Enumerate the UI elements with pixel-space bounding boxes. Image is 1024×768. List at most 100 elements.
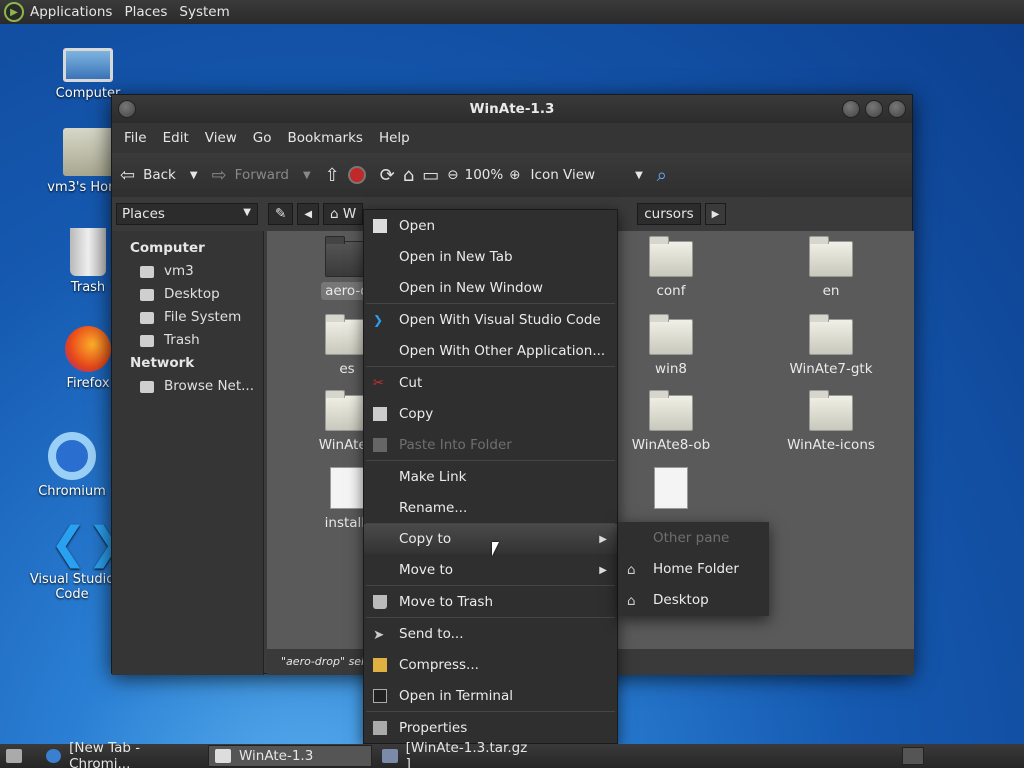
workspace-switcher[interactable]	[902, 747, 924, 765]
crumb-left-arrow[interactable]: ◀	[297, 203, 320, 225]
drive-icon	[140, 311, 154, 324]
home-icon[interactable]: ⌂	[403, 165, 414, 186]
menu-item-open-new-tab[interactable]: Open in New Tab	[364, 242, 617, 272]
sidebar-item-filesystem[interactable]: File System	[112, 306, 263, 329]
file-winate-icons[interactable]: WinAte-icons	[771, 390, 891, 453]
crumb-right-arrow[interactable]: ▶	[704, 203, 727, 225]
document-icon	[654, 467, 688, 509]
file-conf[interactable]: conf	[611, 236, 731, 299]
submenu-item-home-folder[interactable]: ⌂ Home Folder	[618, 554, 769, 584]
file-label: WinAte7-gtk	[789, 361, 873, 377]
menu-item-label: Open in New Tab	[399, 249, 513, 265]
sidebar-item-vm3[interactable]: vm3	[112, 260, 263, 283]
home-icon	[140, 265, 154, 278]
zoom-in-icon[interactable]: ⊕	[509, 167, 520, 183]
file-en[interactable]: en	[771, 236, 891, 299]
taskbar-item-winate[interactable]: WinAte-1.3	[208, 745, 372, 767]
menu-item-send-to[interactable]: ➤ Send to...	[364, 619, 617, 649]
menu-item-rename[interactable]: Rename...	[364, 493, 617, 523]
places-menu[interactable]: Places	[120, 0, 175, 24]
file-win8[interactable]: win8	[611, 314, 731, 377]
show-desktop-icon	[6, 749, 22, 763]
sidebar-item-label: File System	[164, 309, 242, 325]
menu-item-cut[interactable]: ✂ Cut	[364, 368, 617, 398]
file-winate8-ob[interactable]: WinAte8-ob	[611, 390, 731, 453]
reload-icon[interactable]: ⟳	[380, 165, 395, 186]
menu-item-label: Home Folder	[653, 561, 739, 577]
forward-label: Forward	[234, 167, 289, 183]
menu-view[interactable]: View	[197, 130, 245, 146]
folder-icon	[809, 314, 853, 355]
taskbar-item-targz[interactable]: [WinAte-1.3.tar.gz ]	[376, 740, 540, 768]
menu-item-label: Compress...	[399, 657, 479, 673]
menu-go[interactable]: Go	[245, 130, 280, 146]
desktop-computer[interactable]: Computer	[38, 46, 138, 101]
zoom-level[interactable]: 100%	[465, 167, 504, 183]
sidebar-item-label: Desktop	[164, 286, 220, 302]
computer-icon[interactable]: ▭	[422, 165, 439, 186]
terminal-icon	[373, 689, 387, 703]
file-winate7-gtk[interactable]: WinAte7-gtk	[771, 314, 891, 377]
crumb-cursors[interactable]: cursors	[637, 203, 701, 225]
maximize-icon[interactable]	[865, 100, 883, 118]
menu-item-make-link[interactable]: Make Link	[364, 462, 617, 492]
stop-button[interactable]	[347, 166, 366, 184]
sidebar-item-trash[interactable]: Trash	[112, 329, 263, 352]
menu-item-open-new-window[interactable]: Open in New Window	[364, 273, 617, 303]
places-selector[interactable]: Places ▼	[116, 203, 258, 225]
close-icon[interactable]	[888, 100, 906, 118]
menu-item-properties[interactable]: Properties	[364, 713, 617, 743]
window-titlebar[interactable]: WinAte-1.3	[112, 95, 912, 123]
sidebar-item-browse-network[interactable]: Browse Net...	[112, 375, 263, 398]
archive-icon	[382, 749, 398, 763]
submenu-item-other-pane: Other pane	[618, 523, 769, 553]
folder-icon	[649, 390, 693, 431]
vscode-icon: ❯	[373, 313, 384, 327]
menu-item-open-vscode[interactable]: ❯ Open With Visual Studio Code	[364, 305, 617, 335]
search-icon[interactable]: ⌕	[657, 165, 667, 186]
forward-button[interactable]: ⇨ Forward	[212, 165, 289, 186]
menu-help[interactable]: Help	[371, 130, 418, 146]
sidebar-item-label: vm3	[164, 263, 194, 279]
file-unnamed-document[interactable]	[611, 467, 731, 515]
back-history-dropdown[interactable]: ▼	[190, 170, 198, 181]
scissors-icon: ✂	[373, 376, 384, 391]
show-desktop-button[interactable]	[0, 745, 36, 767]
menu-edit[interactable]: Edit	[155, 130, 197, 146]
view-mode-label: Icon View	[530, 167, 596, 183]
sidebar-item-label: Browse Net...	[164, 378, 255, 394]
forward-history-dropdown[interactable]: ▼	[303, 170, 311, 181]
taskbar-item-label: [New Tab - Chromi...	[69, 740, 141, 768]
edit-location-icon[interactable]: ✎	[268, 203, 294, 225]
zoom-out-icon[interactable]: ⊖	[447, 167, 458, 183]
places-selector-label: Places	[122, 206, 165, 222]
folder-icon	[809, 390, 853, 431]
submenu-item-desktop[interactable]: ⌂ Desktop	[618, 585, 769, 615]
view-mode-select[interactable]: Icon View ▼	[531, 167, 643, 183]
menu-item-copy-to[interactable]: Copy to ▶	[364, 524, 617, 554]
applications-menu[interactable]: ▶ Applications	[0, 0, 120, 24]
menu-item-copy[interactable]: Copy	[364, 399, 617, 429]
system-menu[interactable]: System	[175, 0, 237, 24]
menu-item-label: Send to...	[399, 626, 464, 642]
sidebar-item-desktop[interactable]: Desktop	[112, 283, 263, 306]
menu-item-label: Open	[399, 218, 436, 234]
menu-item-compress[interactable]: Compress...	[364, 650, 617, 680]
menu-item-open-other[interactable]: Open With Other Application...	[364, 336, 617, 366]
desktop-vscode[interactable]: ❮❯ Visual Studio Code	[22, 520, 124, 603]
menu-bookmarks[interactable]: Bookmarks	[280, 130, 371, 146]
menu-file[interactable]: File	[116, 130, 155, 146]
menu-item-open[interactable]: Open	[364, 211, 617, 241]
up-icon[interactable]: ⇧	[325, 165, 340, 186]
back-button[interactable]: ⇦ Back	[120, 165, 176, 186]
desktop-chromium[interactable]: Chromium	[22, 432, 122, 499]
folder-icon	[215, 749, 231, 763]
menu-item-label: Copy to	[399, 531, 452, 547]
crumb-home[interactable]: ⌂ W	[323, 203, 364, 225]
menu-item-open-terminal[interactable]: Open in Terminal	[364, 681, 617, 711]
minimize-icon[interactable]	[842, 100, 860, 118]
system-label: System	[179, 4, 230, 20]
taskbar-item-chromium[interactable]: [New Tab - Chromi...	[40, 740, 204, 768]
menu-item-move-to[interactable]: Move to ▶	[364, 555, 617, 585]
menu-item-move-to-trash[interactable]: Move to Trash	[364, 587, 617, 617]
